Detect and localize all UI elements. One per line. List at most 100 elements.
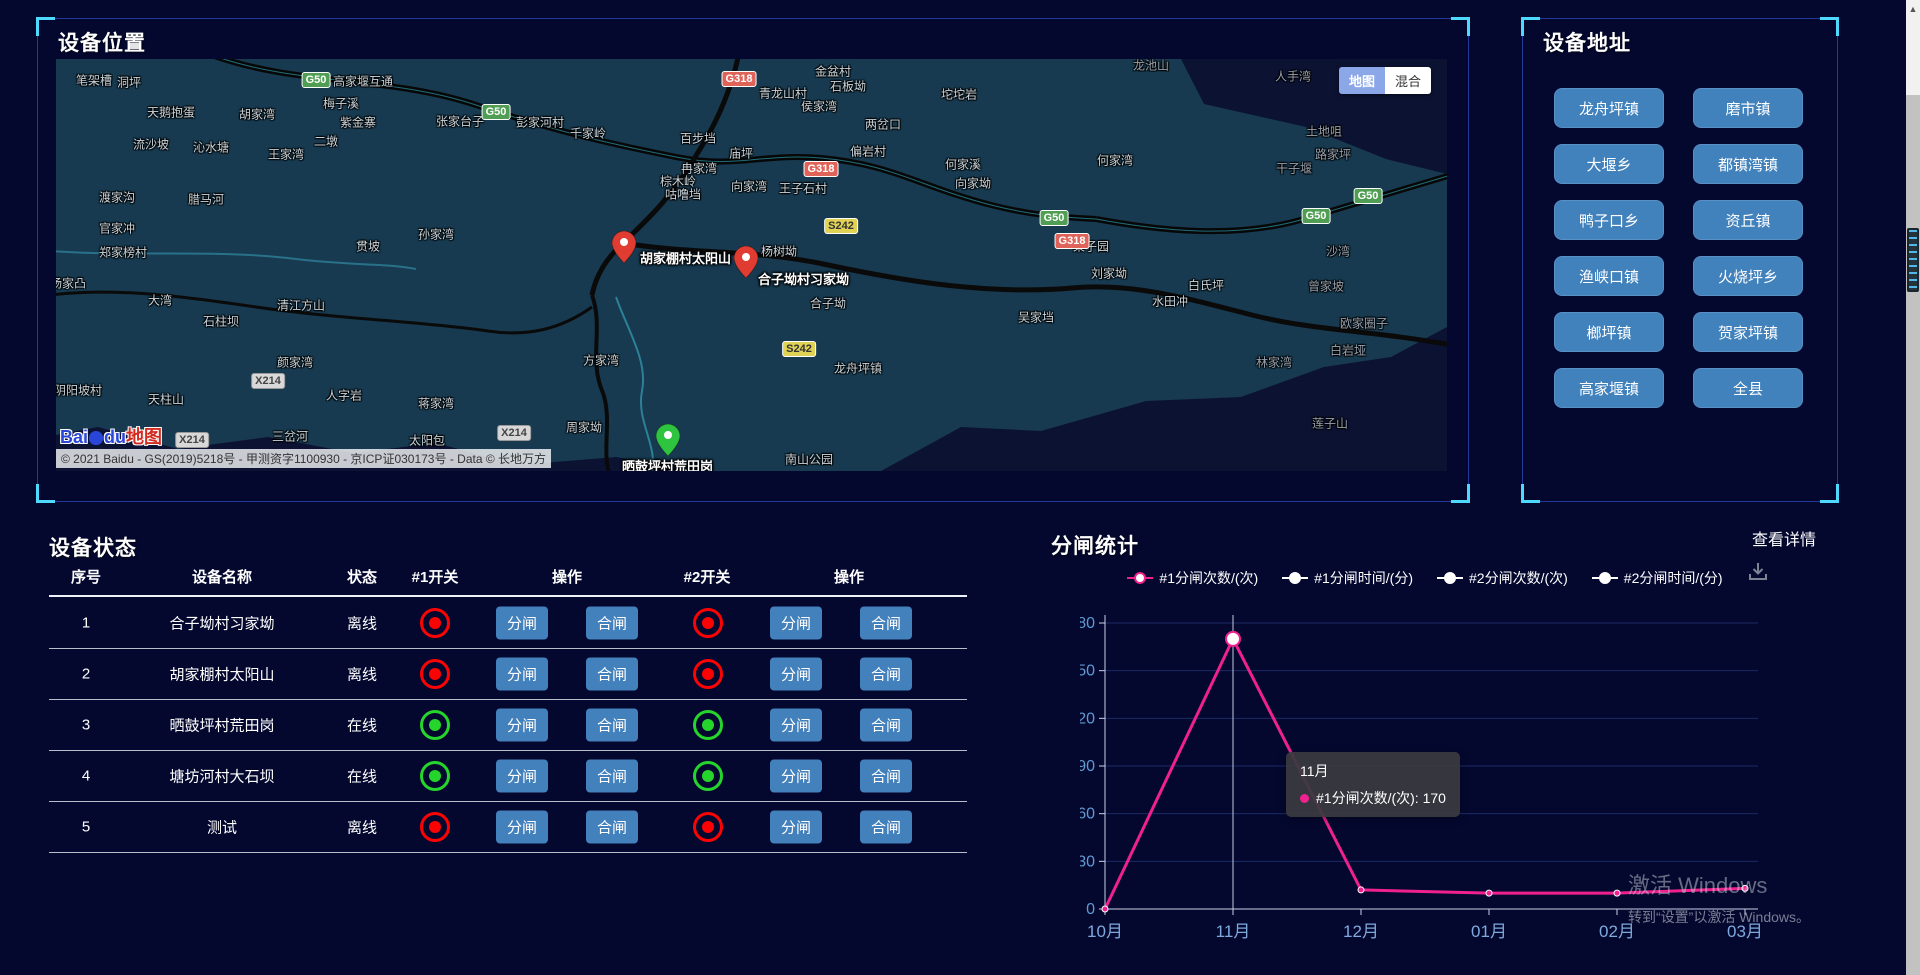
address-button-磨市镇[interactable]: 磨市镇 [1693,88,1803,128]
close-switch1-button[interactable]: 合闸 [586,708,638,741]
close-switch1-button[interactable]: 合闸 [586,759,638,792]
device-name: 胡家棚村太阳山 [169,663,274,684]
svg-text:60: 60 [1080,806,1095,823]
legend-dot [1444,572,1456,584]
map-type-hybrid[interactable]: 混合 [1385,67,1431,94]
address-button-榔坪镇[interactable]: 榔坪镇 [1554,312,1664,352]
open-switch1-button[interactable]: 分闸 [496,657,548,690]
legend-dot [1289,572,1301,584]
row-no: 4 [82,767,90,784]
legend-item-#2分闸时间/(分)[interactable]: #2分闸时间/(分) [1592,568,1723,588]
close-switch2-button[interactable]: 合闸 [860,759,912,792]
svg-text:12月: 12月 [1343,922,1379,941]
road-shield-G318: G318 [722,71,757,87]
close-switch2-button[interactable]: 合闸 [860,708,912,741]
map-pin-label: 合子坳村习家坳 [758,269,849,288]
map-place-label: 彭家河村 [516,114,564,131]
map-place-label: 石板坳 [830,78,866,95]
switch2-indicator-red [693,608,723,638]
map-place-label: 白岩垭 [1330,342,1366,359]
address-button-鸭子口乡[interactable]: 鸭子口乡 [1554,200,1664,240]
device-address-panel: 设备地址 龙舟坪镇磨市镇大堰乡都镇湾镇鸭子口乡资丘镇渔峡口镇火烧坪乡榔坪镇贺家坪… [1522,18,1838,502]
open-switch1-button[interactable]: 分闸 [496,759,548,792]
map-place-label: 贯坡 [356,238,380,255]
scrollbar-track[interactable] [1906,95,1920,975]
table-row-1: 1合子坳村习家坳离线分闸合闸分闸合闸 [49,597,967,649]
road-shield-S242: S242 [824,218,858,234]
svg-text:11月: 11月 [1216,922,1251,941]
open-switch2-button[interactable]: 分闸 [770,810,822,843]
map-place-label: 坨坨岩 [941,86,977,103]
address-button-都镇湾镇[interactable]: 都镇湾镇 [1693,144,1803,184]
address-button-贺家坪镇[interactable]: 贺家坪镇 [1693,312,1803,352]
svg-text:10月: 10月 [1087,922,1123,941]
map-type-map[interactable]: 地图 [1339,67,1385,94]
device-location-panel: 设备位置 笔架槽洞坪天鹅抱蛋胡家湾高家堰互通梅子溪紫金寨二墩张家台子彭家河村千家… [37,18,1469,502]
legend-item-#1分闸次数/(次)[interactable]: #1分闸次数/(次) [1127,568,1258,588]
address-button-火烧坪乡[interactable]: 火烧坪乡 [1693,256,1803,296]
open-switch2-button[interactable]: 分闸 [770,606,822,639]
road-shield-G50: G50 [302,72,331,88]
map-place-label: 流沙坡 [133,136,169,153]
device-name: 合子坳村习家坳 [169,612,274,633]
legend-marker-icon [1592,572,1618,584]
road-shield-X214: X214 [251,373,285,389]
open-switch2-button[interactable]: 分闸 [770,657,822,690]
map-place-label: 方家湾 [583,352,619,369]
close-switch1-button[interactable]: 合闸 [586,606,638,639]
address-button-大堰乡[interactable]: 大堰乡 [1554,144,1664,184]
map-pin-label: 晒鼓坪村荒田岗 [622,456,713,471]
open-switch2-button[interactable]: 分闸 [770,708,822,741]
address-button-高家堰镇[interactable]: 高家堰镇 [1554,368,1664,408]
map-place-label: 侯家湾 [801,98,837,115]
close-switch1-button[interactable]: 合闸 [586,657,638,690]
status-text: 在线 [347,765,377,786]
device-name: 晒鼓坪村荒田岗 [169,714,274,735]
map-pin-合子坳村习家坳[interactable] [734,246,758,278]
road-shield-G50: G50 [1040,210,1069,226]
baidu-paw-icon [89,431,103,445]
svg-text:03月: 03月 [1727,922,1763,941]
legend-dot [1134,572,1146,584]
address-button-渔峡口镇[interactable]: 渔峡口镇 [1554,256,1664,296]
map-pin-胡家棚村太阳山[interactable] [612,231,636,263]
close-switch2-button[interactable]: 合闸 [860,657,912,690]
dashboard-page: 设备位置 笔架槽洞坪天鹅抱蛋胡家湾高家堰互通梅子溪紫金寨二墩张家台子彭家河村千家… [0,0,1920,975]
scrollbar-thumb[interactable] [1907,228,1919,292]
baidu-logo-bai: Bai [60,427,88,447]
map-place-label: 曾家坡 [1308,278,1344,295]
status-header-操作: 操作 [552,566,582,587]
status-header-状态: 状态 [347,566,377,587]
corner-decoration [1451,17,1470,36]
map-place-label: 欧家圈子 [1340,315,1388,332]
baidu-logo: Baidu地图 [60,423,162,449]
close-switch2-button[interactable]: 合闸 [860,606,912,639]
switch2-indicator-green [693,761,723,791]
trip-stats-title: 分闸统计 [1051,530,1139,560]
map-place-label: 刘家坳 [1091,265,1127,282]
map-place-label: 张家台子 [436,113,484,130]
pin-icon [612,231,636,263]
close-switch1-button[interactable]: 合闸 [586,810,638,843]
legend-item-#2分闸次数/(次)[interactable]: #2分闸次数/(次) [1437,568,1568,588]
road-shield-G50: G50 [1354,188,1383,204]
view-details-link[interactable]: 查看详情 [1752,526,1816,550]
close-switch2-button[interactable]: 合闸 [860,810,912,843]
baidu-map[interactable]: 笔架槽洞坪天鹅抱蛋胡家湾高家堰互通梅子溪紫金寨二墩张家台子彭家河村千家岭金盆村石… [56,59,1447,471]
open-switch1-button[interactable]: 分闸 [496,810,548,843]
open-switch1-button[interactable]: 分闸 [496,606,548,639]
address-button-龙舟坪镇[interactable]: 龙舟坪镇 [1554,88,1664,128]
corner-decoration [36,17,55,36]
map-place-label: 渡家沟 [99,189,135,206]
map-place-label: 干子堰 [1276,160,1312,177]
legend-item-#1分闸时间/(分)[interactable]: #1分闸时间/(分) [1282,568,1413,588]
map-place-label: 梅子溪 [323,95,359,112]
map-place-label: 天柱山 [148,391,184,408]
open-switch1-button[interactable]: 分闸 [496,708,548,741]
address-button-资丘镇[interactable]: 资丘镇 [1693,200,1803,240]
open-switch2-button[interactable]: 分闸 [770,759,822,792]
address-button-全县[interactable]: 全县 [1693,368,1803,408]
table-row-2: 2胡家棚村太阳山离线分闸合闸分闸合闸 [49,648,967,700]
scroll-up-arrow-icon[interactable]: ▲ [1908,4,1918,14]
map-pin-晒鼓坪村荒田岗[interactable] [656,424,680,456]
